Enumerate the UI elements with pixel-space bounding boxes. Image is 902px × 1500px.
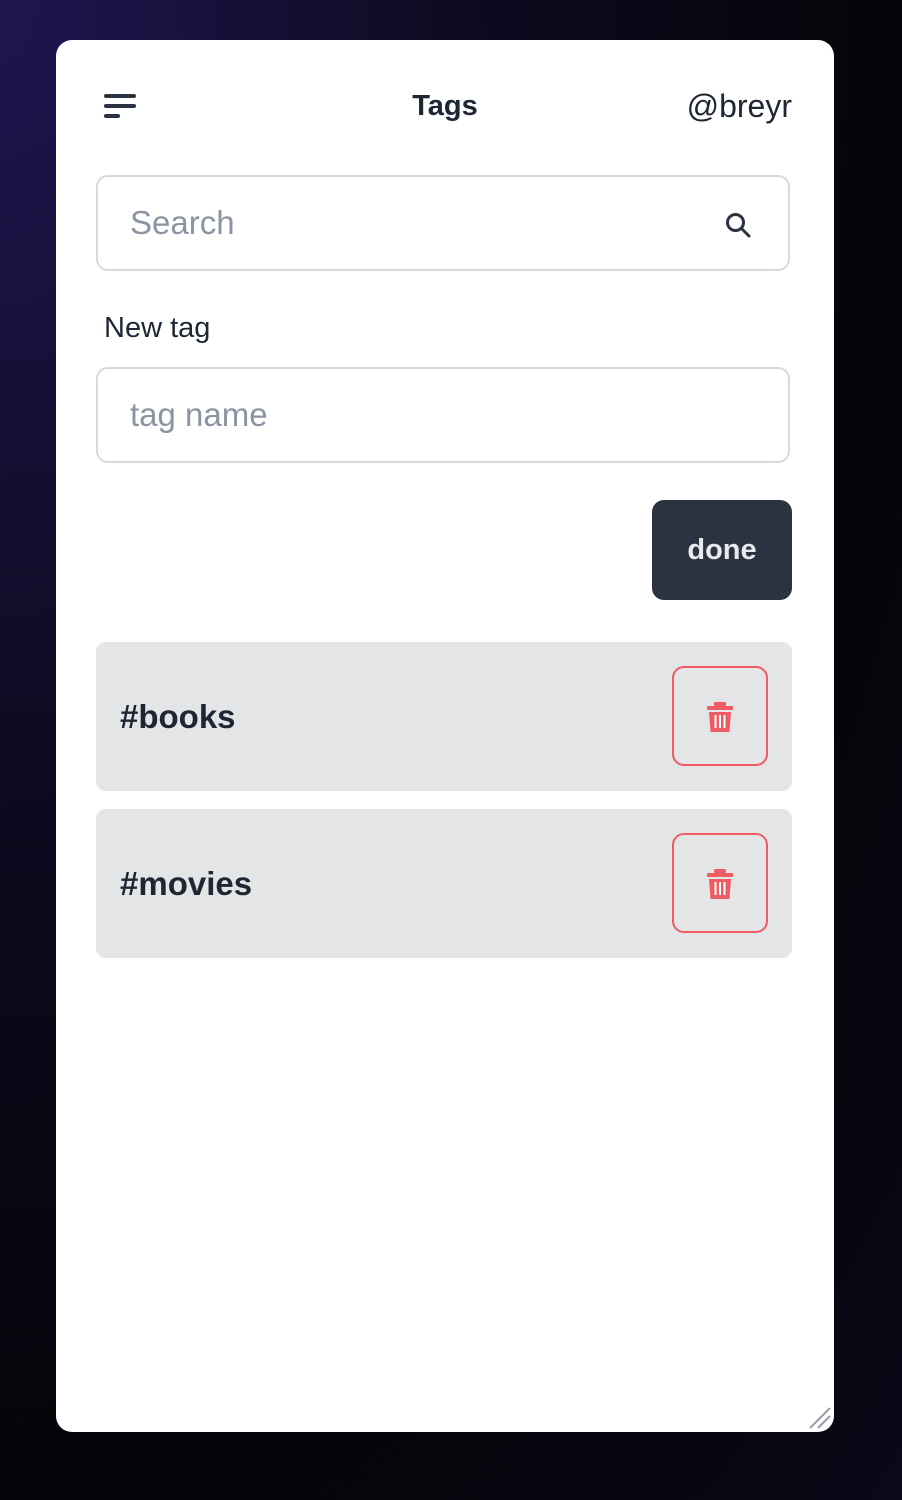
menu-icon[interactable]: [104, 94, 138, 122]
tag-name-input[interactable]: [130, 369, 750, 461]
tags-panel: Tags @breyr New tag done #books #movies: [56, 40, 834, 1432]
username-link[interactable]: @breyr: [687, 88, 792, 125]
tag-name-field: [96, 367, 790, 463]
tag-row: #movies: [96, 809, 792, 958]
menu-line: [104, 114, 120, 118]
search-input[interactable]: [130, 177, 690, 269]
header: Tags @breyr: [56, 40, 834, 180]
tag-row: #books: [96, 642, 792, 791]
trash-icon: [707, 869, 733, 899]
menu-line: [104, 94, 136, 98]
menu-line: [104, 104, 136, 108]
search-icon[interactable]: [724, 211, 752, 239]
tag-label: #movies: [120, 865, 253, 902]
resize-grip-icon[interactable]: [804, 1402, 832, 1430]
delete-tag-button[interactable]: [672, 666, 768, 766]
trash-icon: [707, 702, 733, 732]
new-tag-label: New tag: [104, 312, 211, 344]
search-field: [96, 175, 790, 271]
done-button[interactable]: done: [652, 500, 792, 600]
delete-tag-button[interactable]: [672, 833, 768, 933]
tag-label: #books: [120, 698, 236, 735]
